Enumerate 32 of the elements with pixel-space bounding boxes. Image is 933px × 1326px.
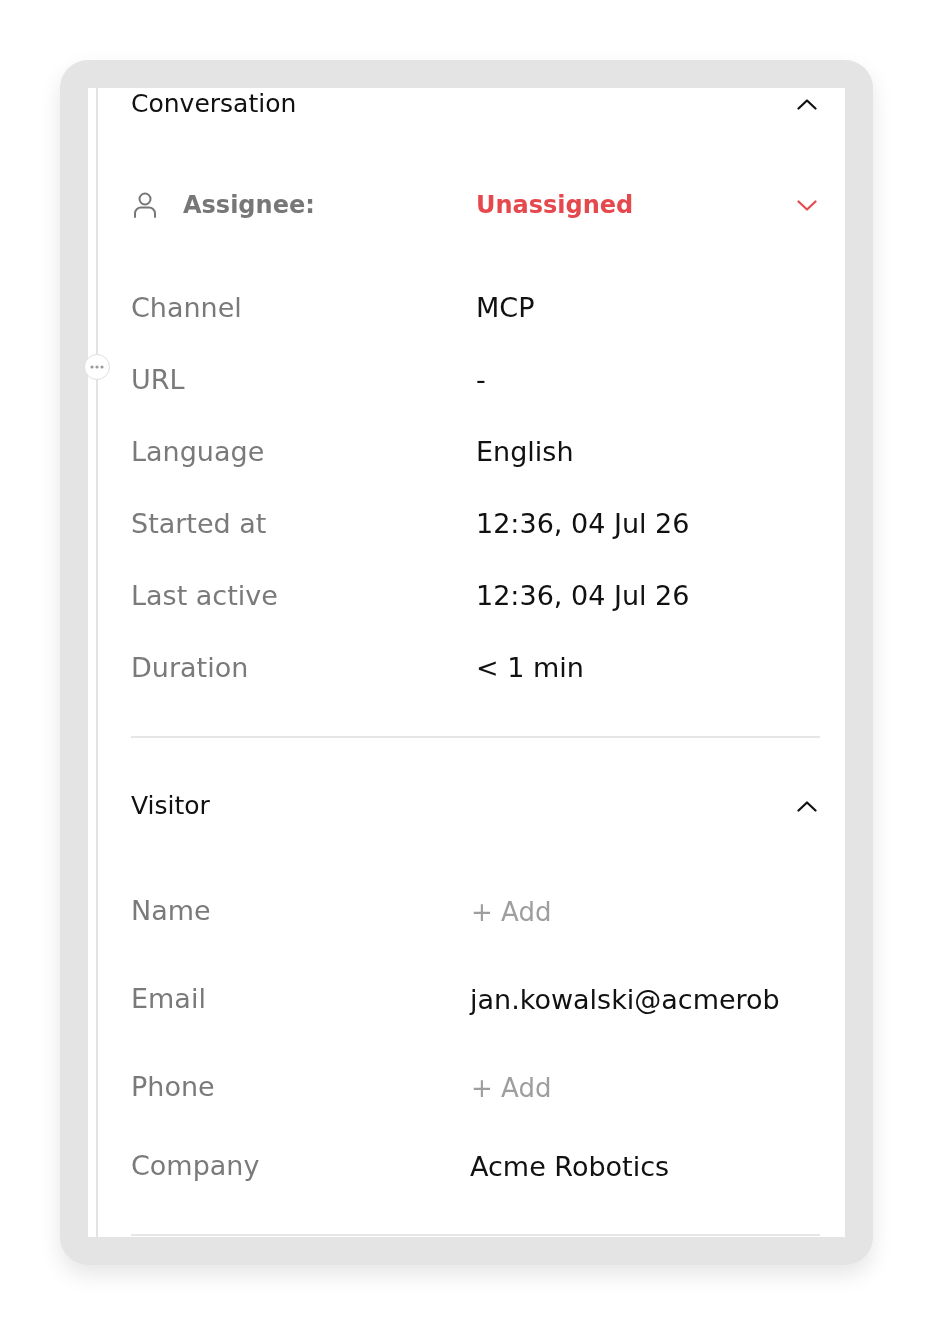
field-label: Email: [131, 982, 206, 1014]
collapse-toggle[interactable]: [797, 800, 817, 812]
chevron-up-icon: [797, 800, 817, 812]
field-label: Started at: [131, 507, 267, 539]
field-value: 12:36, 04 Jul 26: [476, 507, 690, 539]
chevron-up-icon: [797, 98, 817, 110]
ellipsis-icon: [90, 365, 104, 369]
field-value: -: [476, 363, 486, 395]
field-label: Company: [131, 1149, 260, 1181]
field-label: Name: [131, 894, 211, 926]
collapse-toggle[interactable]: [797, 98, 817, 110]
field-label: Phone: [131, 1070, 215, 1102]
field-label: Duration: [131, 651, 249, 683]
user-icon: [133, 192, 157, 218]
field-value: < 1 min: [476, 651, 584, 683]
add-link[interactable]: + Add: [471, 897, 552, 927]
resize-handle[interactable]: [84, 354, 110, 380]
field-label: Language: [131, 435, 265, 467]
assignee-label: Assignee:: [183, 191, 315, 219]
field-value: MCP: [476, 291, 535, 323]
field-value: 12:36, 04 Jul 26: [476, 579, 690, 611]
field-value[interactable]: jan.kowalski@acmerob: [470, 983, 780, 1015]
field-label: URL: [131, 363, 185, 395]
add-link[interactable]: + Add: [471, 1073, 552, 1103]
field-value[interactable]: Acme Robotics: [470, 1150, 670, 1182]
chevron-down-icon: [797, 199, 817, 211]
field-label: Last active: [131, 579, 278, 611]
section-title: Conversation: [131, 88, 297, 120]
assignee-dropdown[interactable]: Unassigned: [476, 191, 820, 219]
section-title: Visitor: [131, 790, 210, 822]
field-value: English: [476, 435, 574, 467]
field-label: Channel: [131, 291, 242, 323]
